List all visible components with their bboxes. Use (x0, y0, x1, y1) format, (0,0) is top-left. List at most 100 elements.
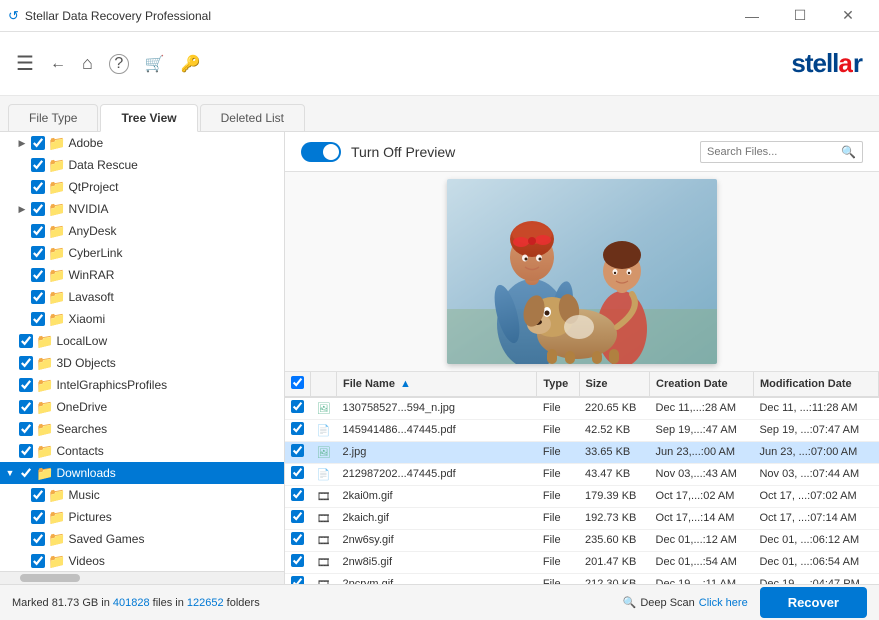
tree-checkbox-locallow[interactable] (19, 334, 33, 348)
tree-item-adobe[interactable]: ▶ 📁 Adobe (0, 132, 284, 154)
col-modified[interactable]: Modification Date (753, 372, 878, 397)
row-modified: Dec 19, ...:04:47 PM (753, 573, 878, 584)
tree-checkbox-videos[interactable] (31, 554, 45, 568)
hamburger-icon[interactable]: ☰ (16, 51, 34, 76)
hscroll-track[interactable] (0, 572, 284, 584)
recover-button[interactable]: Recover (760, 587, 867, 618)
table-row[interactable]: 📄 212987202...47445.pdf File 43.47 KB No… (285, 463, 879, 485)
tree-item-pictures[interactable]: 📁 Pictures (0, 506, 284, 528)
tree-item-cyberlink[interactable]: 📁 CyberLink (0, 242, 284, 264)
table-row[interactable]: 🖼 130758527...594_n.jpg File 220.65 KB D… (285, 397, 879, 419)
hscroll-thumb[interactable] (20, 574, 80, 582)
preview-toggle[interactable] (301, 142, 341, 162)
row-modified: Dec 11, ...:11:28 AM (753, 397, 878, 419)
tree-label-downloads: Downloads (56, 466, 115, 480)
deep-scan-link[interactable]: Click here (699, 597, 748, 609)
row-check[interactable] (285, 419, 311, 441)
tab-file-type[interactable]: File Type (8, 104, 98, 131)
tree-item-videos[interactable]: 📁 Videos (0, 550, 284, 571)
table-row[interactable]: 🖼 2.jpg File 33.65 KB Jun 23,...:00 AM J… (285, 441, 879, 463)
tree-checkbox-3dobjects[interactable] (19, 356, 33, 370)
expand-icon[interactable]: ▼ (4, 467, 16, 479)
table-row[interactable]: 🎞 2nw6sy.gif File 235.60 KB Dec 01,...:1… (285, 529, 879, 551)
row-size: 33.65 KB (579, 441, 650, 463)
tree-item-lavasoft[interactable]: 📁 Lavasoft (0, 286, 284, 308)
tree-checkbox-anydesk[interactable] (31, 224, 45, 238)
search-box[interactable]: 🔍 (700, 141, 863, 163)
tree-item-datarescue[interactable]: 📁 Data Rescue (0, 154, 284, 176)
tab-tree-view[interactable]: Tree View (100, 104, 197, 132)
tree-item-music[interactable]: 📁 Music (0, 484, 284, 506)
tree-checkbox-pictures[interactable] (31, 510, 45, 524)
tree-item-3dobjects[interactable]: 📁 3D Objects (0, 352, 284, 374)
row-icon: 🎞 (311, 507, 337, 529)
tree-checkbox-savedgames[interactable] (31, 532, 45, 546)
tree-checkbox-searches[interactable] (19, 422, 33, 436)
tree-checkbox-intelgraphics[interactable] (19, 378, 33, 392)
tree-item-savedgames[interactable]: 📁 Saved Games (0, 528, 284, 550)
tab-deleted-list[interactable]: Deleted List (200, 104, 305, 131)
expand-icon[interactable]: ▶ (16, 203, 28, 215)
tree-view-panel: ▶ 📁 Adobe 📁 Data Rescue 📁 QtProject ▶ (0, 132, 285, 571)
tree-item-downloads[interactable]: ▼ 📁 Downloads (0, 462, 284, 484)
search-input[interactable] (707, 146, 837, 158)
tree-checkbox-qtproject[interactable] (31, 180, 45, 194)
tree-item-qtproject[interactable]: 📁 QtProject (0, 176, 284, 198)
row-check[interactable] (285, 551, 311, 573)
row-name: 145941486...47445.pdf (336, 419, 536, 441)
key-icon[interactable]: 🔑 (181, 54, 201, 74)
row-check[interactable] (285, 397, 311, 419)
tree-checkbox-cyberlink[interactable] (31, 246, 45, 260)
row-check[interactable] (285, 573, 311, 584)
home-icon[interactable]: ⌂ (82, 53, 93, 74)
select-all-checkbox[interactable] (291, 376, 304, 389)
row-type: File (537, 507, 579, 529)
row-check[interactable] (285, 507, 311, 529)
minimize-button[interactable]: — (729, 0, 775, 32)
col-size[interactable]: Size (579, 372, 650, 397)
row-icon: 🎞 (311, 551, 337, 573)
tree-checkbox-nvidia[interactable] (31, 202, 45, 216)
table-row[interactable]: 🎞 2kaich.gif File 192.73 KB Oct 17,...:1… (285, 507, 879, 529)
maximize-button[interactable]: ☐ (777, 0, 823, 32)
row-check[interactable] (285, 485, 311, 507)
col-type[interactable]: Type (537, 372, 579, 397)
table-row[interactable]: 🎞 2kai0m.gif File 179.39 KB Oct 17,...:0… (285, 485, 879, 507)
row-check[interactable] (285, 441, 311, 463)
tree-item-onedrive[interactable]: 📁 OneDrive (0, 396, 284, 418)
folder-icon: 📁 (48, 201, 65, 218)
col-created[interactable]: Creation Date (650, 372, 754, 397)
tree-checkbox-music[interactable] (31, 488, 45, 502)
tree-checkbox-datarescue[interactable] (31, 158, 45, 172)
search-icon[interactable]: 🔍 (841, 145, 856, 159)
close-button[interactable]: ✕ (825, 0, 871, 32)
tree-item-searches[interactable]: 📁 Searches (0, 418, 284, 440)
col-name[interactable]: File Name ▲ (336, 372, 536, 397)
tree-checkbox-lavasoft[interactable] (31, 290, 45, 304)
row-check[interactable] (285, 463, 311, 485)
tree-checkbox-xiaomi[interactable] (31, 312, 45, 326)
tree-item-intelgraphics[interactable]: 📁 IntelGraphicsProfiles (0, 374, 284, 396)
tree-checkbox-winrar[interactable] (31, 268, 45, 282)
tree-checkbox-adobe[interactable] (31, 136, 45, 150)
tree-item-locallow[interactable]: 📁 LocalLow (0, 330, 284, 352)
tree-checkbox-contacts[interactable] (19, 444, 33, 458)
table-row[interactable]: 🎞 2pcrym.gif File 212.30 KB Dec 19,...:1… (285, 573, 879, 584)
tree-item-contacts[interactable]: 📁 Contacts (0, 440, 284, 462)
row-check[interactable] (285, 529, 311, 551)
row-created: Dec 19,...:11 AM (650, 573, 754, 584)
cart-icon[interactable]: 🛒 (145, 54, 165, 74)
tree-checkbox-onedrive[interactable] (19, 400, 33, 414)
tree-checkbox-downloads[interactable] (19, 466, 33, 480)
folder-icon: 📁 (36, 377, 53, 394)
row-size: 220.65 KB (579, 397, 650, 419)
tree-item-nvidia[interactable]: ▶ 📁 NVIDIA (0, 198, 284, 220)
tree-item-anydesk[interactable]: 📁 AnyDesk (0, 220, 284, 242)
tree-item-winrar[interactable]: 📁 WinRAR (0, 264, 284, 286)
back-icon[interactable]: ← (50, 55, 66, 73)
table-row[interactable]: 📄 145941486...47445.pdf File 42.52 KB Se… (285, 419, 879, 441)
help-icon[interactable]: ? (109, 54, 129, 74)
table-row[interactable]: 🎞 2nw8i5.gif File 201.47 KB Dec 01,...:5… (285, 551, 879, 573)
expand-icon[interactable]: ▶ (16, 137, 28, 149)
tree-item-xiaomi[interactable]: 📁 Xiaomi (0, 308, 284, 330)
